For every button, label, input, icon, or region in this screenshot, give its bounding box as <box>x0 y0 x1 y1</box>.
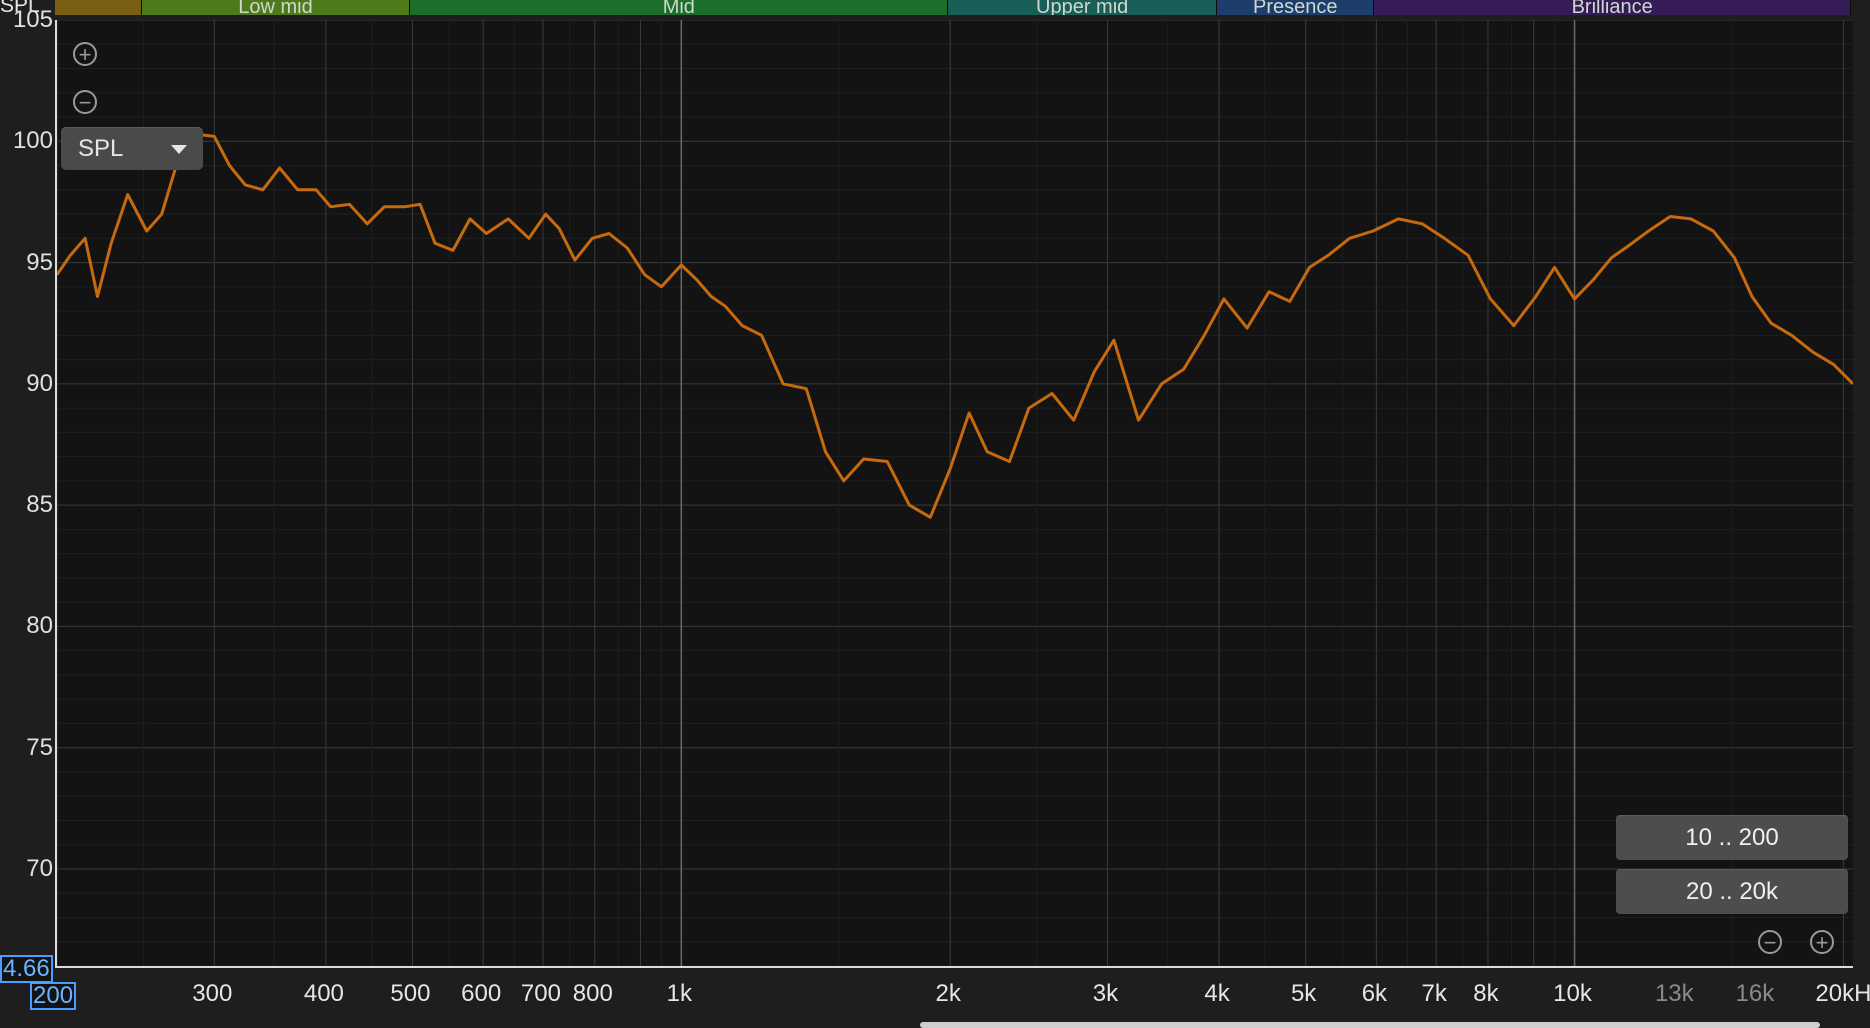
x-tick-label: 600 <box>461 980 502 1007</box>
y-tick-label: 80 <box>26 612 53 640</box>
frequency-band: Brilliance <box>1374 0 1851 15</box>
frequency-band: Presence <box>1217 0 1375 15</box>
x-tick-label: 1k <box>666 980 692 1007</box>
y-tick-label: 100 <box>12 127 53 155</box>
range-10-200-button[interactable]: 10 .. 200 <box>1616 815 1848 860</box>
scrollbar-thumb[interactable] <box>920 1022 1820 1028</box>
x-tick-label: 800 <box>572 980 613 1007</box>
y-tick-label: 105 <box>12 6 53 33</box>
measure-select[interactable]: SPL <box>61 127 203 170</box>
x-tick-label: 5k <box>1290 980 1317 1007</box>
frequency-response-plot[interactable]: + − <box>55 20 1853 968</box>
x-zoom-out-icon[interactable]: − <box>1758 930 1782 954</box>
x-tick-label: 7k <box>1421 980 1447 1007</box>
frequency-band-bar: Low mid Mid Upper mid Presence Brilliance <box>55 0 1851 16</box>
y-tick-label: 70 <box>26 854 53 882</box>
frequency-band <box>55 0 142 15</box>
y-tick-label: 75 <box>26 733 53 761</box>
frequency-band: Mid <box>410 0 949 15</box>
x-tick-label: 3k <box>1092 980 1119 1007</box>
x-tick-label: 4k <box>1204 980 1230 1007</box>
x-tick-label: 6k <box>1361 980 1388 1007</box>
x-zoom-in-icon[interactable]: + <box>1810 930 1834 954</box>
horizontal-scrollbar[interactable] <box>70 1020 1850 1028</box>
y-tick-label: 85 <box>26 491 53 519</box>
zoom-in-icon[interactable]: + <box>73 42 97 66</box>
y-tick-label: 90 <box>26 369 53 397</box>
range-20-20k-button[interactable]: 20 .. 20k <box>1616 869 1848 914</box>
y-tick-label: 95 <box>26 248 53 276</box>
x-tick-label: 16k <box>1735 980 1775 1007</box>
x-tick-label: 10k <box>1553 980 1592 1007</box>
x-min-value-field[interactable]: 200 <box>30 982 77 1010</box>
x-tick-label: 400 <box>303 980 344 1007</box>
chart-svg <box>57 20 1853 966</box>
x-tick-label: 300 <box>192 980 233 1007</box>
x-tick-label: 500 <box>390 980 431 1007</box>
x-tick-label: 13k <box>1654 980 1694 1007</box>
measure-select-label: SPL <box>78 135 124 162</box>
spl-curve <box>57 132 1853 519</box>
frequency-band: Upper mid <box>948 0 1218 15</box>
x-tick-label: 700 <box>520 980 561 1007</box>
chevron-down-icon <box>171 145 187 154</box>
x-tick-label: 8k <box>1473 980 1499 1007</box>
y-min-value-field[interactable]: 4.66 <box>0 955 53 983</box>
zoom-out-icon[interactable]: − <box>73 90 97 114</box>
frequency-band: Low mid <box>141 0 411 15</box>
x-tick-label: 20kHz <box>1815 980 1870 1007</box>
x-tick-label: 2k <box>935 980 961 1007</box>
